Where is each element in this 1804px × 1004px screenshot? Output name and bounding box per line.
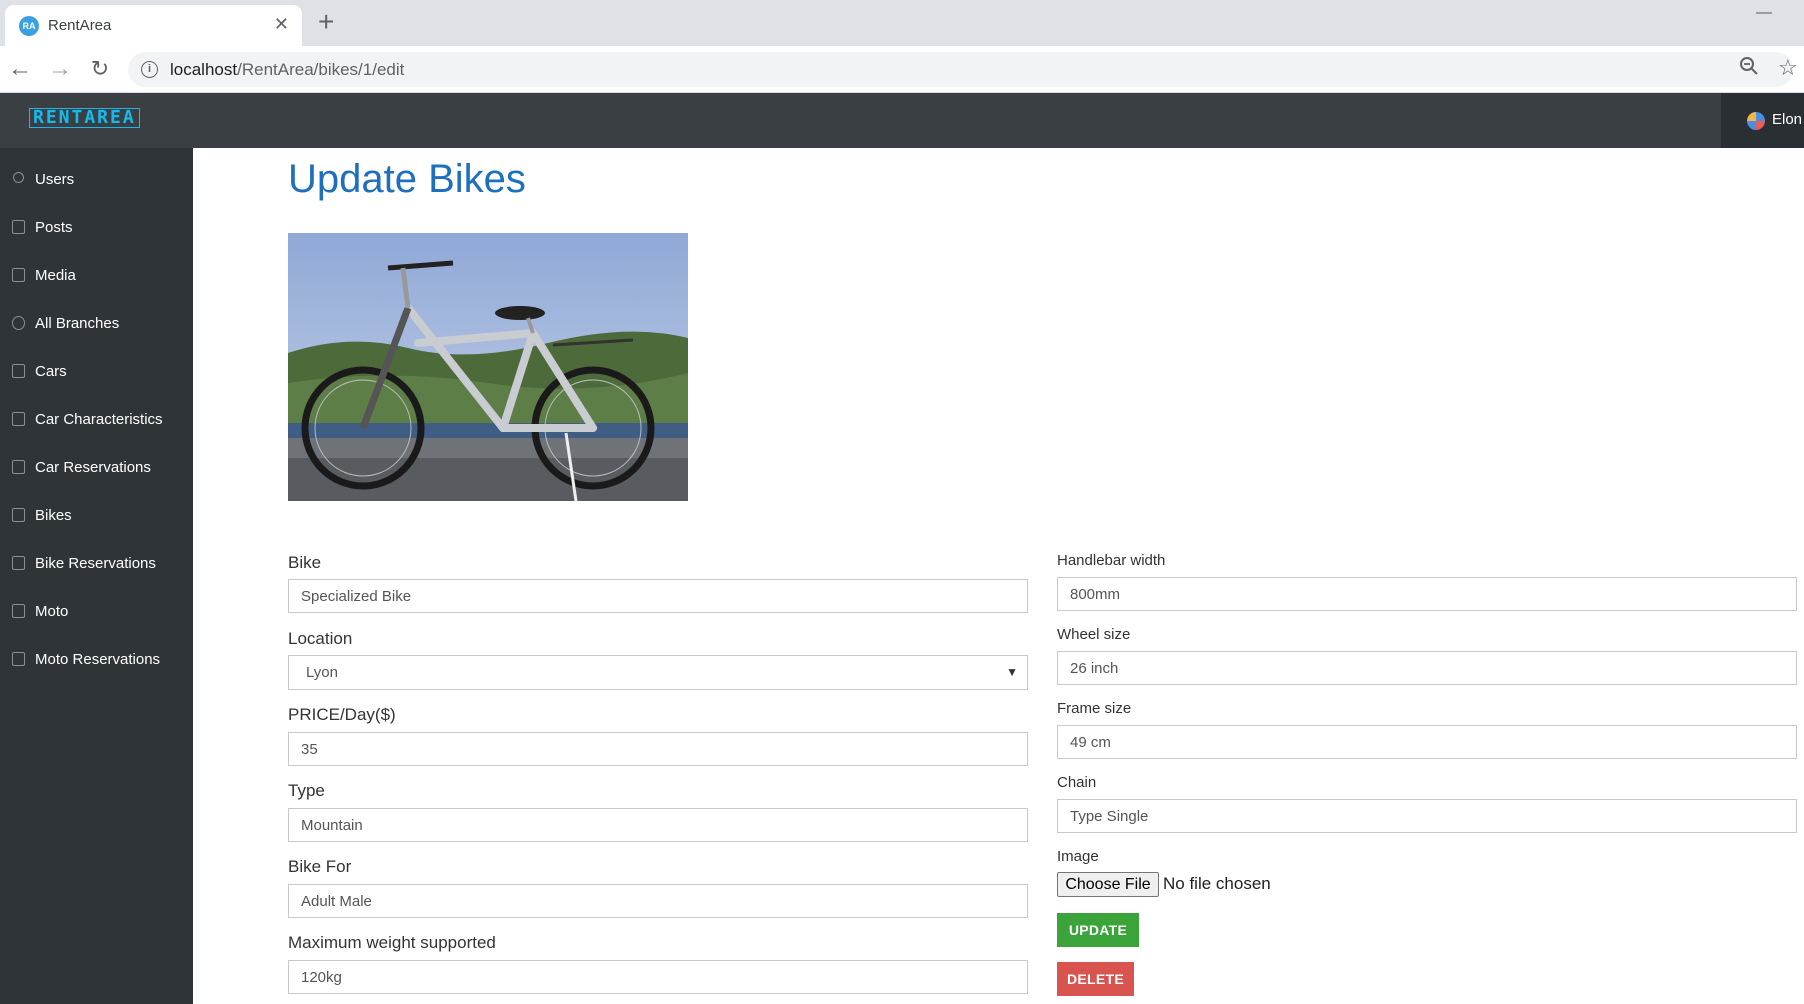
sidebar-item-all-branches[interactable]: All Branches [0, 304, 193, 344]
delete-button[interactable]: DELETE [1057, 962, 1134, 996]
user-icon [13, 172, 24, 183]
document-icon [12, 460, 25, 474]
update-button[interactable]: UPDATE [1057, 913, 1139, 947]
sidebar-item-label: Bike Reservations [35, 555, 156, 572]
sidebar-item-cars[interactable]: Cars [0, 352, 193, 392]
wheel-size-input[interactable] [1057, 651, 1797, 685]
handlebar-width-label: Handlebar width [1057, 552, 1166, 569]
sidebar-item-posts[interactable]: Posts [0, 208, 193, 248]
sidebar-item-label: Bikes [35, 507, 72, 524]
browser-toolbar: ← → ↻ i localhost/RentArea/bikes/1/edit … [0, 46, 1804, 93]
frame-size-input[interactable] [1057, 725, 1797, 759]
sidebar-item-label: Cars [35, 363, 67, 380]
tab-title: RentArea [48, 17, 112, 34]
location-select[interactable]: Lyon ▼ [288, 655, 1028, 690]
sidebar-item-label: Moto [35, 603, 69, 620]
image-icon [12, 412, 25, 426]
sidebar-item-label: All Branches [35, 315, 120, 332]
forward-arrow-icon[interactable]: → [45, 54, 75, 84]
sidebar-item-label: Moto Reservations [35, 651, 161, 668]
sidebar-item-label: Posts [35, 219, 73, 236]
bookmark-star-icon[interactable]: ☆ [1778, 55, 1798, 81]
image-icon [12, 364, 25, 378]
wheel-size-label: Wheel size [1057, 626, 1131, 643]
type-input[interactable] [288, 808, 1028, 842]
max-weight-input[interactable] [288, 960, 1028, 994]
minimize-icon[interactable]: — [1756, 4, 1772, 22]
globe-icon [12, 316, 25, 330]
sidebar-item-label: Car Reservations [35, 459, 151, 476]
document-icon [12, 556, 25, 570]
page-title: Update Bikes [288, 157, 526, 201]
file-status-text: No file chosen [1163, 874, 1271, 893]
sidebar: Users Posts Media All Branches Cars Car … [0, 148, 193, 1004]
document-icon [12, 652, 25, 666]
sidebar-item-moto[interactable]: Moto [0, 592, 193, 632]
browser-tab-strip: RA RentArea ✕ + — [0, 0, 1804, 46]
sidebar-item-label: Car Characteristics [35, 411, 163, 428]
bike-for-label: Bike For [288, 857, 352, 876]
chain-input[interactable] [1057, 799, 1797, 833]
browser-tab[interactable]: RA RentArea ✕ [5, 5, 302, 46]
sidebar-item-bike-reservations[interactable]: Bike Reservations [0, 544, 193, 584]
user-name: Elon [1772, 111, 1803, 128]
location-label: Location [288, 629, 353, 648]
chain-label: Chain [1057, 774, 1097, 791]
bike-for-input[interactable] [288, 884, 1028, 918]
favicon-icon: RA [19, 16, 39, 36]
chevron-down-icon: ▼ [1006, 665, 1018, 679]
choose-file-button[interactable]: Choose File [1057, 872, 1159, 897]
bike-name-input[interactable] [288, 579, 1028, 613]
address-bar[interactable]: i localhost/RentArea/bikes/1/edit ☆ [128, 52, 1798, 87]
user-avatar [1747, 112, 1765, 130]
close-tab-icon[interactable]: ✕ [274, 14, 289, 34]
image-icon [12, 604, 25, 618]
bike-image [288, 233, 688, 501]
sidebar-item-users[interactable]: Users [0, 160, 193, 200]
handlebar-width-input[interactable] [1057, 577, 1797, 611]
info-icon[interactable]: i [141, 61, 158, 78]
sidebar-item-bikes[interactable]: Bikes [0, 496, 193, 536]
price-label: PRICE/Day($) [288, 705, 396, 724]
sidebar-item-moto-reservations[interactable]: Moto Reservations [0, 640, 193, 680]
sidebar-item-media[interactable]: Media [0, 256, 193, 296]
document-icon [12, 220, 25, 234]
image-icon [12, 508, 25, 522]
location-selected-value: Lyon [306, 664, 338, 681]
max-weight-label: Maximum weight supported [288, 933, 496, 952]
sidebar-item-car-reservations[interactable]: Car Reservations [0, 448, 193, 488]
back-arrow-icon[interactable]: ← [5, 54, 35, 84]
bike-name-label: Bike [288, 553, 322, 572]
sidebar-item-car-characteristics[interactable]: Car Characteristics [0, 400, 193, 440]
image-icon [12, 268, 25, 282]
url-text[interactable]: localhost/RentArea/bikes/1/edit [170, 60, 404, 80]
image-label: Image [1057, 848, 1099, 865]
type-label: Type [288, 781, 325, 800]
zoom-icon[interactable] [1739, 56, 1759, 82]
app-header: RENTAREA Elon [0, 93, 1804, 148]
price-input[interactable] [288, 732, 1028, 766]
new-tab-icon[interactable]: + [318, 7, 334, 37]
sidebar-item-label: Media [35, 267, 76, 284]
rentarea-logo[interactable]: RENTAREA [29, 108, 140, 128]
reload-icon[interactable]: ↻ [85, 54, 115, 84]
frame-size-label: Frame size [1057, 700, 1132, 717]
user-menu[interactable]: Elon [1721, 93, 1804, 148]
sidebar-item-label: Users [35, 171, 75, 188]
